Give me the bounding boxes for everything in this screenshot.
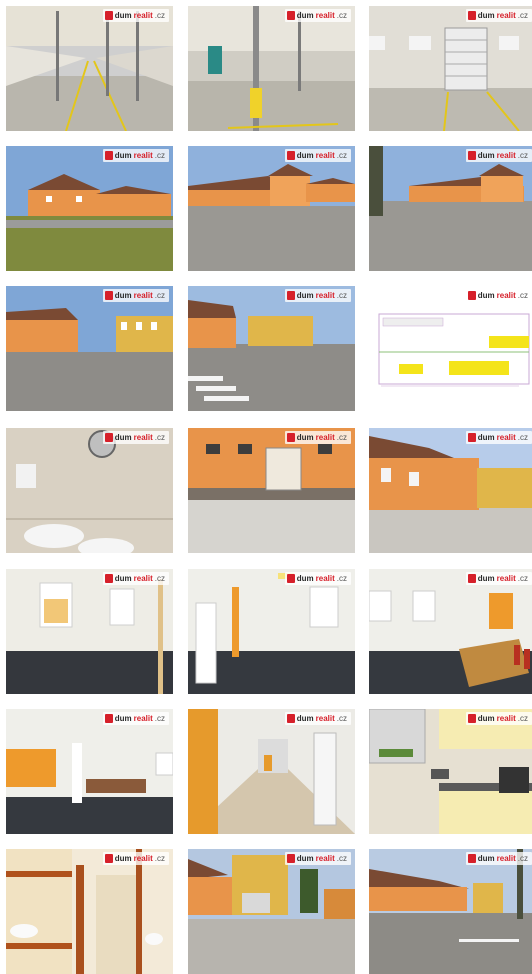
photo-building-street[interactable]: dum realit .cz [188,146,355,271]
watermark-logo: dum realit .cz [102,9,169,22]
photo-hall-interior-1[interactable]: dum realit .cz [6,6,173,131]
watermark-logo: dum realit .cz [465,572,532,585]
watermark-logo: dum realit .cz [284,289,351,302]
photo-gallery: dum realit .cz dum realit .cz dum realit… [0,0,532,974]
photo-kitchenette[interactable]: dum realit .cz [369,709,532,834]
photo-crossing[interactable]: dum realit .cz [188,286,355,411]
watermark-logo: dum realit .cz [102,431,169,444]
photo-street-view[interactable]: dum realit .cz [369,849,532,974]
watermark-logo: dum realit .cz [465,712,532,725]
photo-yard[interactable]: dum realit .cz [188,849,355,974]
photo-restroom-sink[interactable]: dum realit .cz [6,428,173,553]
photo-building-lawn[interactable]: dum realit .cz [6,146,173,271]
watermark-logo: dum realit .cz [465,289,532,302]
watermark-logo: dum realit .cz [284,712,351,725]
watermark-logo: dum realit .cz [102,852,169,865]
watermark-logo: dum realit .cz [465,431,532,444]
photo-office-column[interactable]: dum realit .cz [188,569,355,694]
watermark-logo: dum realit .cz [102,289,169,302]
photo-hall-gate[interactable]: dum realit .cz [369,6,532,131]
watermark-logo: dum realit .cz [284,149,351,162]
photo-loading-door[interactable]: dum realit .cz [188,428,355,553]
photo-floor-plan[interactable]: dum realit .cz [369,286,532,411]
watermark-logo: dum realit .cz [102,149,169,162]
photo-office-empty[interactable]: dum realit .cz [6,569,173,694]
watermark-logo: dum realit .cz [102,572,169,585]
watermark-logo: dum realit .cz [284,852,351,865]
watermark-logo: dum realit .cz [465,149,532,162]
photo-building-corner[interactable]: dum realit .cz [6,286,173,411]
photo-bathroom[interactable]: dum realit .cz [6,849,173,974]
photo-office-open[interactable]: dum realit .cz [6,709,173,834]
photo-building-street-2[interactable]: dum realit .cz [369,146,532,271]
watermark-logo: dum realit .cz [284,431,351,444]
photo-courtyard[interactable]: dum realit .cz [369,428,532,553]
watermark-logo: dum realit .cz [284,9,351,22]
watermark-logo: dum realit .cz [465,852,532,865]
watermark-logo: dum realit .cz [102,712,169,725]
watermark-logo: dum realit .cz [465,9,532,22]
watermark-logo: dum realit .cz [284,572,351,585]
photo-office-table[interactable]: dum realit .cz [369,569,532,694]
photo-hall-interior-2[interactable]: dum realit .cz [188,6,355,131]
photo-corridor[interactable]: dum realit .cz [188,709,355,834]
